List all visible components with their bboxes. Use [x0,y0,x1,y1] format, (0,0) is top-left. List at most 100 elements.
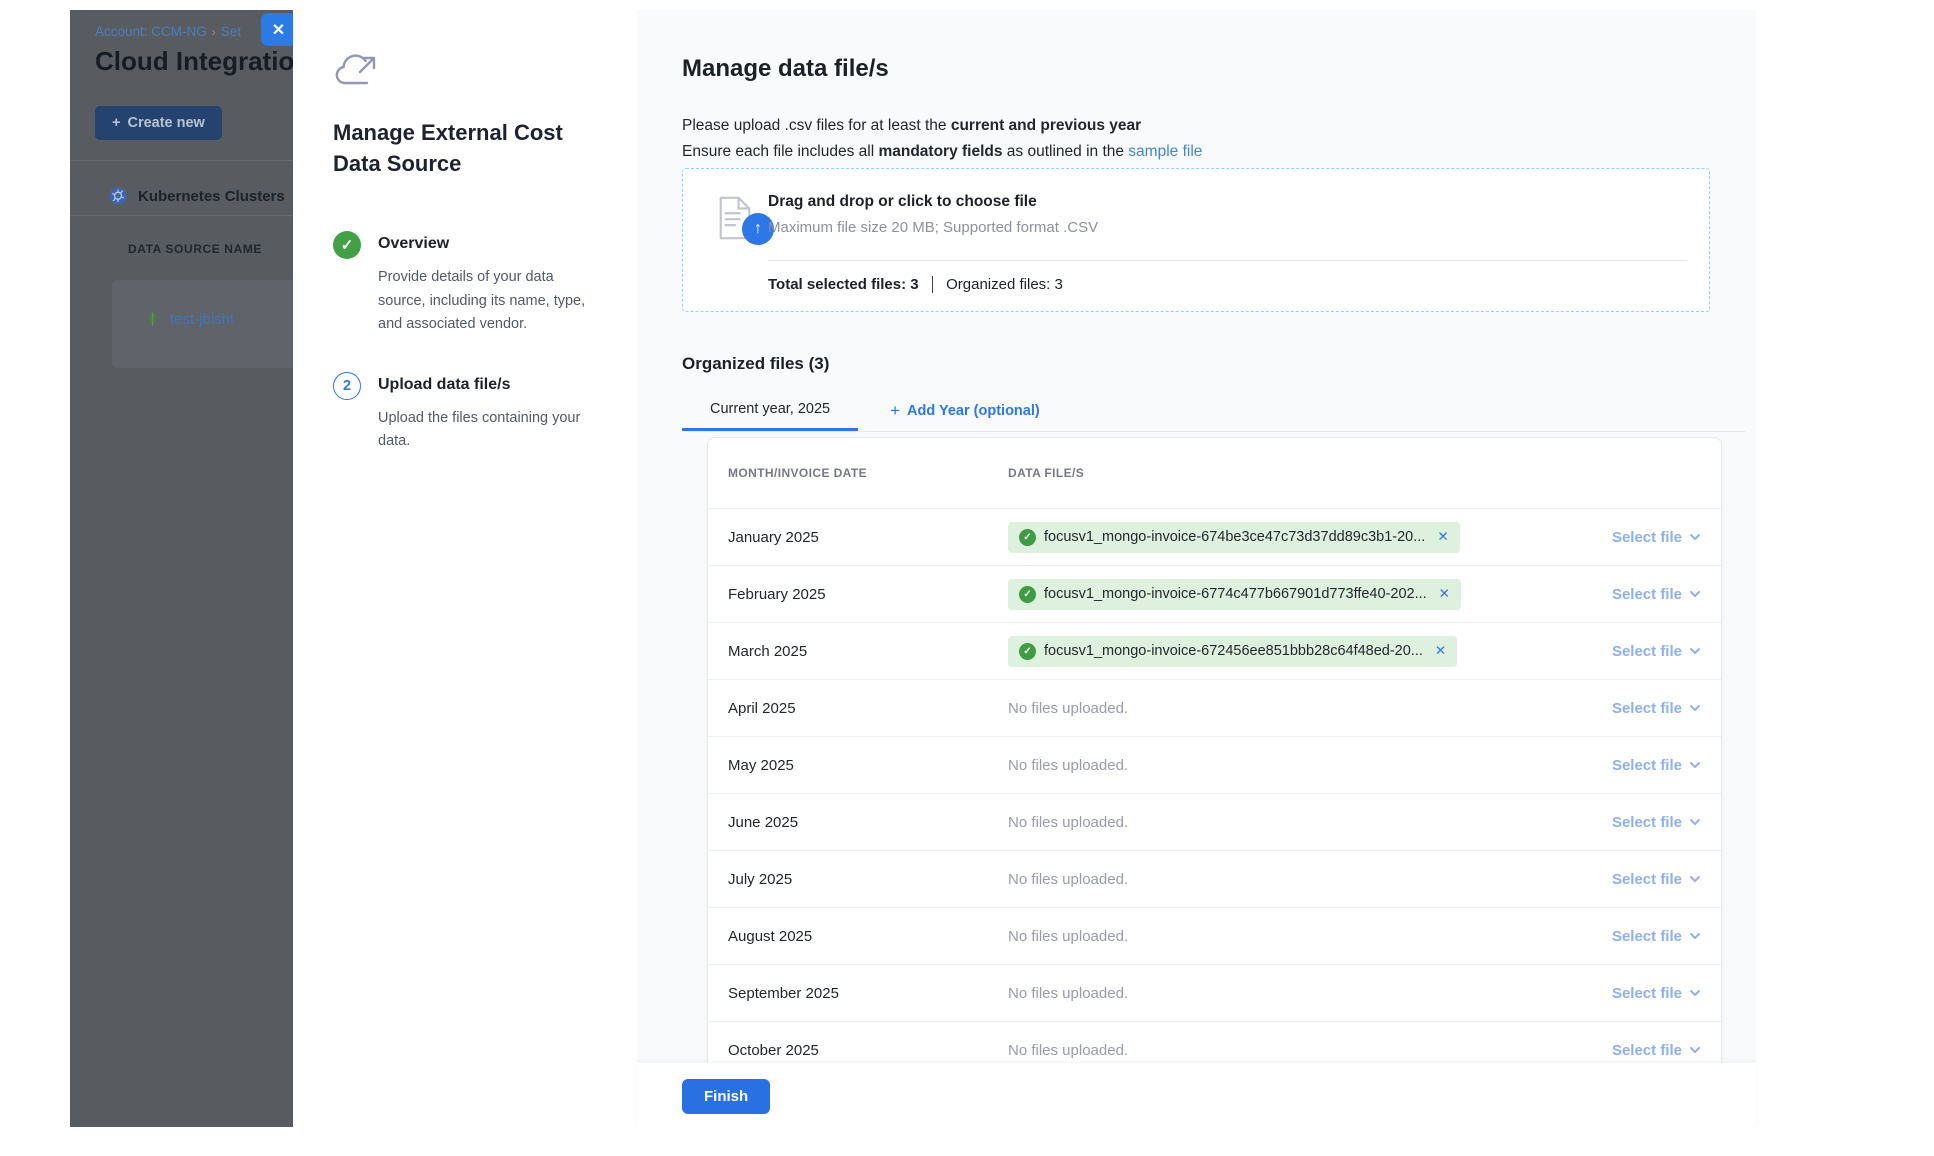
month-label: February 2025 [728,586,1008,603]
file-dropzone[interactable]: ↑ Drag and drop or click to choose file … [682,168,1710,312]
select-file-dropdown[interactable]: Select file [1612,586,1701,603]
data-source-link[interactable]: test-jbisht [170,311,234,328]
sample-file-link[interactable]: sample file [1128,143,1202,160]
chevron-down-icon [1689,647,1701,655]
no-files-text: No files uploaded. [1008,1042,1551,1059]
data-source-row[interactable]: test-jbisht [144,310,234,329]
no-files-text: No files uploaded. [1008,700,1551,717]
select-file-dropdown[interactable]: Select file [1612,1042,1701,1059]
month-label: June 2025 [728,814,1008,831]
wizard-title: Manage External Cost Data Source [333,117,583,179]
no-files-text: No files uploaded. [1008,985,1551,1002]
file-valid-check-icon: ✓ [1019,586,1036,603]
instruction-line-1: Please upload .csv files for at least th… [682,113,1202,139]
step-overview[interactable]: ✓ Overview Provide details of your data … [333,231,597,336]
dropzone-counts: Total selected files: 3 Organized files:… [768,276,1063,293]
table-row: June 2025 No files uploaded. Select file [708,793,1721,850]
select-file-dropdown[interactable]: Select file [1612,928,1701,945]
chevron-down-icon [1689,989,1701,997]
close-icon: ✕ [272,20,285,40]
select-file-dropdown[interactable]: Select file [1612,814,1701,831]
month-label: October 2025 [728,1042,1008,1059]
tab-current-year[interactable]: Current year, 2025 [682,390,858,431]
step-label: Upload data file/s [378,372,598,400]
select-file-dropdown[interactable]: Select file [1612,757,1701,774]
remove-file-icon[interactable]: ✕ [1435,643,1446,659]
plus-icon: + [112,115,120,131]
step-description: Provide details of your data source, inc… [378,266,598,336]
count-separator [932,276,934,293]
page-title: Cloud Integration [95,46,293,77]
breadcrumb-section-link[interactable]: Set [221,24,241,39]
column-data-files: DATA FILE/S [1008,466,1551,480]
chevron-down-icon [1689,1046,1701,1054]
select-file-dropdown[interactable]: Select file [1612,700,1701,717]
organized-files-heading: Organized files (3) [682,354,829,374]
chevron-down-icon [1689,875,1701,883]
file-chip: ✓ focusv1_mongo-invoice-672456ee851bbb28… [1008,636,1457,667]
table-row: October 2025 No files uploaded. Select f… [708,1021,1721,1063]
modal-footer: Finish [637,1063,1756,1127]
select-file-dropdown[interactable]: Select file [1612,529,1701,546]
step-complete-check-icon: ✓ [333,231,361,259]
total-selected-files: Total selected files: 3 [768,276,919,293]
close-button[interactable]: ✕ [261,13,296,46]
table-header-row: MONTH/INVOICE DATE DATA FILE/S [708,438,1721,508]
table-row: July 2025 No files uploaded. Select file [708,850,1721,907]
month-label: April 2025 [728,700,1008,717]
create-new-button[interactable]: + Create new [95,106,222,140]
chevron-down-icon [1689,761,1701,769]
divider [70,160,293,161]
upload-instructions: Please upload .csv files for at least th… [682,113,1202,165]
cloud-export-icon [333,50,597,95]
file-valid-check-icon: ✓ [1019,643,1036,660]
remove-file-icon[interactable]: ✕ [1439,586,1450,602]
month-label: January 2025 [728,529,1008,546]
step-number-badge: 2 [333,372,361,400]
file-name: focusv1_mongo-invoice-6774c477b667901d77… [1044,586,1427,602]
wizard-sidebar: Manage External Cost Data Source ✓ Overv… [293,10,637,1127]
breadcrumb: Account: CCM-NG › Set [95,24,241,39]
finish-button[interactable]: Finish [682,1079,770,1114]
upload-document-icon: ↑ [716,195,762,247]
add-year-button[interactable]: + Add Year (optional) [884,390,1046,431]
month-label: March 2025 [728,643,1008,660]
table-row: April 2025 No files uploaded. Select fil… [708,679,1721,736]
table-row: March 2025 ✓ focusv1_mongo-invoice-67245… [708,622,1721,679]
month-label: September 2025 [728,985,1008,1002]
chevron-down-icon [1689,932,1701,940]
divider [70,215,293,216]
step-upload-data-files[interactable]: 2 Upload data file/s Upload the files co… [333,372,597,453]
modal-main-panel: Manage data file/s Please upload .csv fi… [637,10,1756,1063]
table-row: August 2025 No files uploaded. Select fi… [708,907,1721,964]
chevron-down-icon [1689,590,1701,598]
screen: Account: CCM-NG › Set Cloud Integration + … [0,0,1934,1156]
organized-files-table: MONTH/INVOICE DATE DATA FILE/S January 2… [707,437,1722,1063]
year-tabs: Current year, 2025 + Add Year (optional) [682,390,1745,432]
dropzone-title: Drag and drop or click to choose file [768,193,1037,211]
table-row: February 2025 ✓ focusv1_mongo-invoice-67… [708,565,1721,622]
select-file-dropdown[interactable]: Select file [1612,643,1701,660]
dimmed-background-page: Account: CCM-NG › Set Cloud Integration + … [70,10,293,1127]
instruction-line-2: Ensure each file includes all mandatory … [682,139,1202,165]
file-chip: ✓ focusv1_mongo-invoice-6774c477b667901d… [1008,579,1461,610]
tab-kubernetes-clusters[interactable]: Kubernetes Clusters [108,177,285,215]
month-label: August 2025 [728,928,1008,945]
remove-file-icon[interactable]: ✕ [1437,529,1448,545]
table-row: September 2025 No files uploaded. Select… [708,964,1721,1021]
table-row: January 2025 ✓ focusv1_mongo-invoice-674… [708,508,1721,565]
file-name: focusv1_mongo-invoice-672456ee851bbb28c6… [1044,643,1423,659]
column-header-data-source-name: DATA SOURCE NAME [128,242,262,256]
file-name: focusv1_mongo-invoice-674be3ce47c73d37dd… [1044,529,1425,545]
select-file-dropdown[interactable]: Select file [1612,985,1701,1002]
no-files-text: No files uploaded. [1008,814,1551,831]
file-chip: ✓ focusv1_mongo-invoice-674be3ce47c73d37… [1008,522,1460,553]
step-description: Upload the files containing your data. [378,407,598,453]
plus-icon: + [890,401,900,421]
no-files-text: No files uploaded. [1008,871,1551,888]
month-label: July 2025 [728,871,1008,888]
breadcrumb-account-link[interactable]: Account: CCM-NG [95,24,207,39]
chevron-down-icon [1689,704,1701,712]
select-file-dropdown[interactable]: Select file [1612,871,1701,888]
breadcrumb-separator-icon: › [212,25,216,39]
